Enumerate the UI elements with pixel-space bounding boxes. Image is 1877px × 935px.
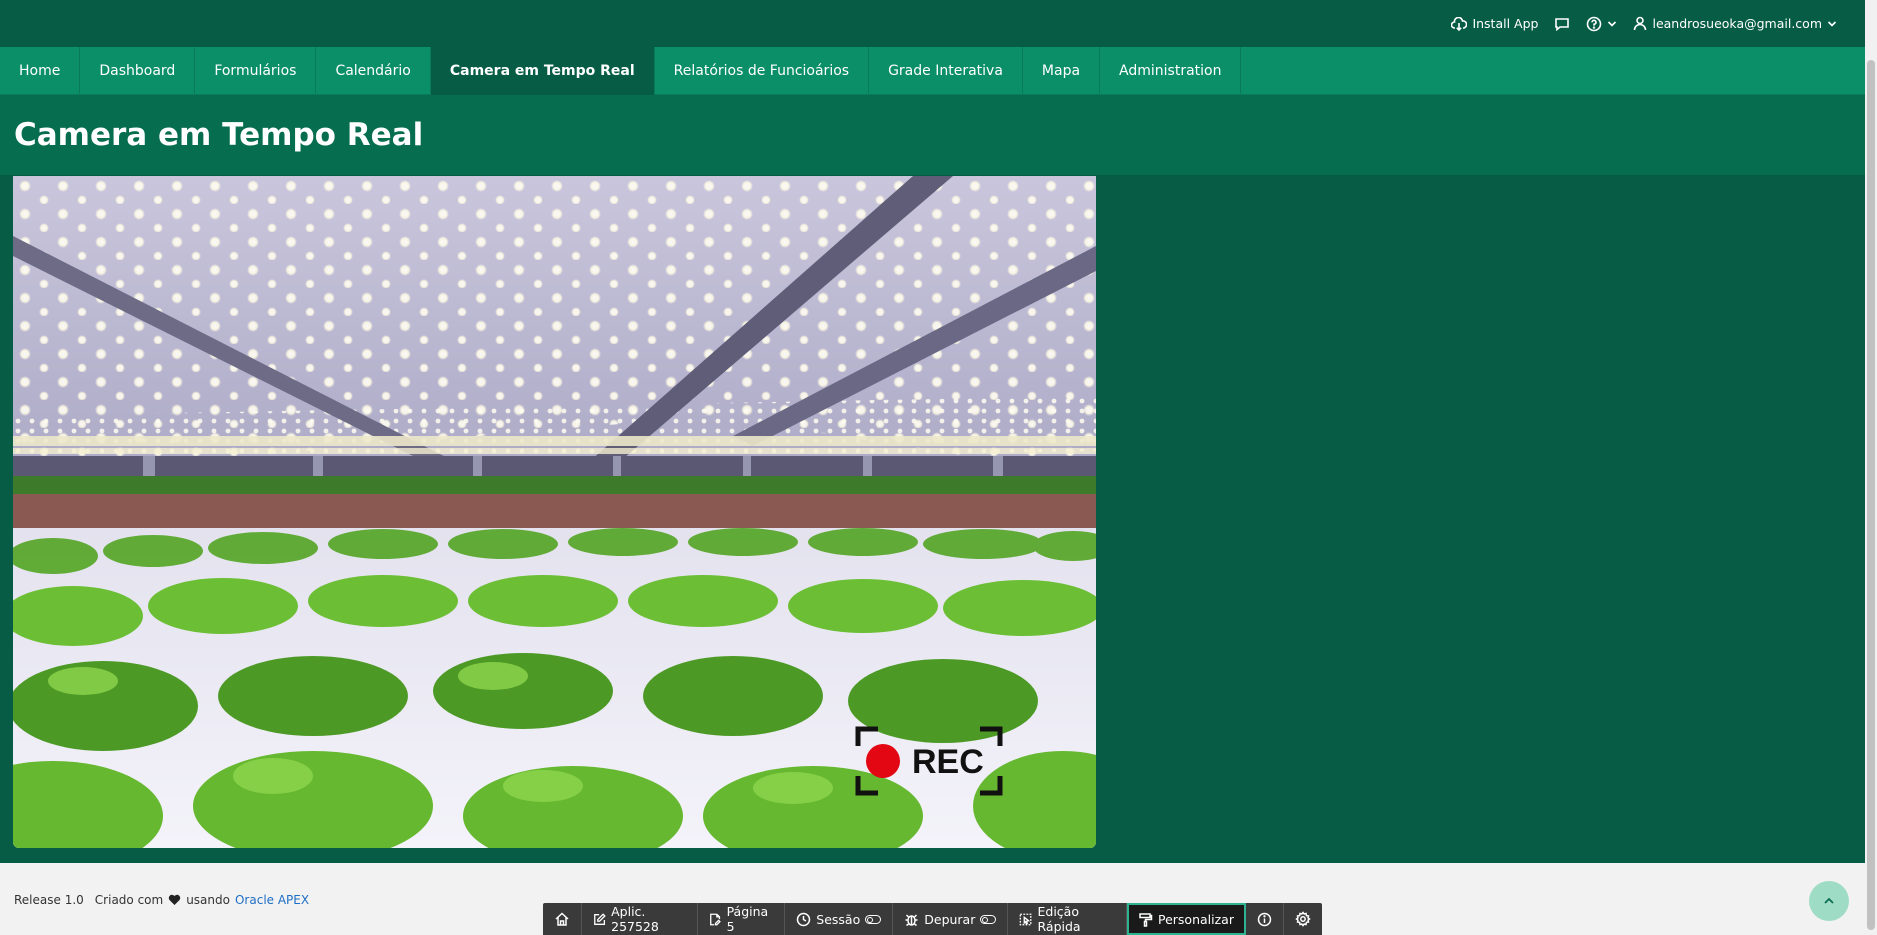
dev-debug-button[interactable]: Depurar xyxy=(893,903,1009,935)
gear-icon xyxy=(1295,911,1311,927)
developer-toolbar: Aplic. 257528 Página 5 Sessão Depurar Ed… xyxy=(543,903,1322,935)
bug-icon xyxy=(905,913,918,926)
using-text: usando xyxy=(186,893,230,907)
user-email: leandrosueoka@gmail.com xyxy=(1652,16,1822,31)
dev-page-button[interactable]: Página 5 xyxy=(698,903,786,935)
install-app-button[interactable]: Install App xyxy=(1451,16,1538,31)
scrollbar-thumb[interactable] xyxy=(1867,60,1875,930)
help-menu-button[interactable] xyxy=(1586,16,1617,32)
camera-feed-image: REC xyxy=(13,176,1096,848)
main-navigation: Home Dashboard Formulários Calendário Ca… xyxy=(0,47,1865,95)
dev-customize-button[interactable]: Personalizar xyxy=(1127,903,1246,935)
nav-item-dashboard[interactable]: Dashboard xyxy=(80,47,196,95)
dev-page-label: Página 5 xyxy=(726,904,769,934)
top-header: Install App leandrosueoka@gmail.com xyxy=(0,0,1865,47)
paint-roller-icon xyxy=(1139,912,1153,927)
nav-item-relatorios[interactable]: Relatórios de Funcioários xyxy=(655,47,870,95)
dev-session-label: Sessão xyxy=(816,911,861,927)
dev-app-label: Aplic. 257528 xyxy=(611,904,659,934)
dev-debug-label: Depurar xyxy=(924,911,976,927)
help-icon xyxy=(1587,16,1602,31)
footer-text: Release 1.0 Criado com usando Oracle APE… xyxy=(14,893,309,907)
nav-item-home[interactable]: Home xyxy=(0,47,81,95)
info-icon xyxy=(1257,912,1272,926)
dev-session-button[interactable]: Sessão xyxy=(785,903,894,935)
created-with-text: Criado com xyxy=(94,893,164,907)
cloud-download-icon xyxy=(1451,16,1468,31)
nav-item-mapa[interactable]: Mapa xyxy=(1023,47,1101,95)
chevron-up-icon xyxy=(1824,897,1834,904)
user-menu-button[interactable]: leandrosueoka@gmail.com xyxy=(1633,16,1837,31)
edit-icon xyxy=(594,912,606,925)
chevron-down-icon xyxy=(1827,20,1837,27)
feedback-button[interactable] xyxy=(1554,17,1570,31)
page-scrollbar[interactable] xyxy=(1865,0,1877,935)
chevron-down-icon xyxy=(1608,20,1617,27)
dev-home-button[interactable] xyxy=(543,903,582,935)
debug-toggle-icon[interactable] xyxy=(980,914,997,924)
heart-icon xyxy=(169,894,181,905)
dev-info-button[interactable] xyxy=(1246,903,1284,935)
dev-customize-label: Personalizar xyxy=(1158,911,1234,927)
nav-item-administration[interactable]: Administration xyxy=(1100,47,1242,95)
rec-indicator-dot xyxy=(866,744,900,778)
user-icon xyxy=(1634,16,1647,31)
release-text: Release 1.0 xyxy=(14,893,84,907)
session-toggle-icon[interactable] xyxy=(865,914,882,924)
dev-settings-button[interactable] xyxy=(1284,903,1322,935)
page-title: Camera em Tempo Real xyxy=(14,117,424,153)
nav-item-formularios[interactable]: Formulários xyxy=(195,47,317,95)
home-icon xyxy=(555,912,569,926)
dev-application-button[interactable]: Aplic. 257528 xyxy=(582,903,699,935)
oracle-apex-link[interactable]: Oracle APEX xyxy=(235,893,309,907)
clock-icon xyxy=(797,912,811,926)
dev-quick-edit-label: Edição Rápida xyxy=(1037,904,1081,934)
install-app-label: Install App xyxy=(1472,16,1539,31)
greenhouse-photo: REC xyxy=(13,176,1096,848)
dev-quick-edit-button[interactable]: Edição Rápida xyxy=(1008,903,1127,935)
nav-item-camera[interactable]: Camera em Tempo Real xyxy=(430,47,655,95)
chat-icon xyxy=(1555,17,1570,31)
quick-edit-icon xyxy=(1020,913,1032,925)
nav-item-calendario[interactable]: Calendário xyxy=(316,47,431,95)
rec-label: REC xyxy=(912,743,984,781)
scroll-to-top-button[interactable] xyxy=(1809,881,1849,921)
page-edit-icon xyxy=(710,913,722,925)
nav-item-grade[interactable]: Grade Interativa xyxy=(869,47,1023,95)
title-bar: Camera em Tempo Real xyxy=(0,95,1865,176)
